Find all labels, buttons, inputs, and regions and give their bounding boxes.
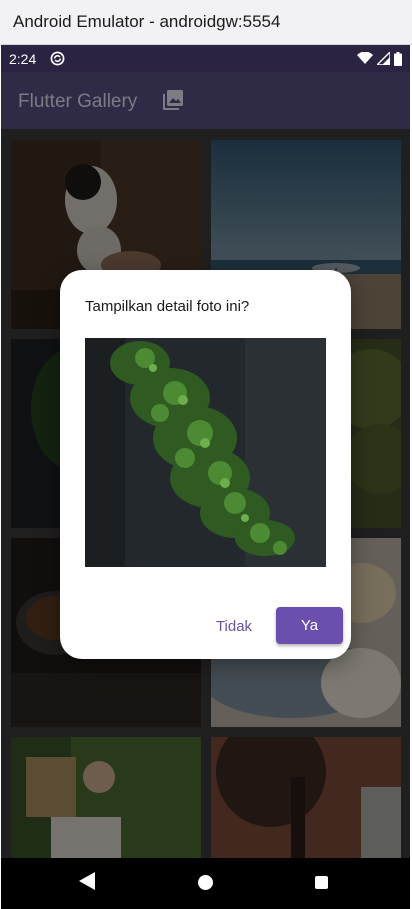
signal-icon <box>377 52 390 65</box>
kale-image <box>85 338 326 567</box>
dialog-title: Tampilkan detail foto ini? <box>85 298 250 315</box>
sync-icon <box>50 51 65 66</box>
back-icon[interactable] <box>79 872 95 890</box>
confirm-dialog: Tampilkan detail foto ini? Tidak Ya <box>60 270 351 659</box>
status-time: 2:24 <box>9 51 37 67</box>
app-bar: Flutter Gallery <box>1 72 410 129</box>
home-icon[interactable] <box>198 875 213 890</box>
app-title: Flutter Gallery <box>18 91 138 112</box>
status-icons <box>357 51 402 66</box>
window-title: Android Emulator - androidgw:5554 <box>13 12 281 31</box>
dialog-image-kale <box>85 338 326 567</box>
navigation-bar <box>1 858 410 909</box>
emulator-window-titlebar[interactable]: Android Emulator - androidgw:5554 <box>0 0 412 45</box>
battery-icon <box>394 51 402 66</box>
status-bar: 2:24 <box>1 45 410 72</box>
cancel-button[interactable]: Tidak <box>205 608 263 644</box>
confirm-button[interactable]: Ya <box>276 607 343 644</box>
photo-library-icon[interactable] <box>161 88 185 112</box>
recents-icon[interactable] <box>315 876 328 889</box>
wifi-icon <box>357 52 373 64</box>
